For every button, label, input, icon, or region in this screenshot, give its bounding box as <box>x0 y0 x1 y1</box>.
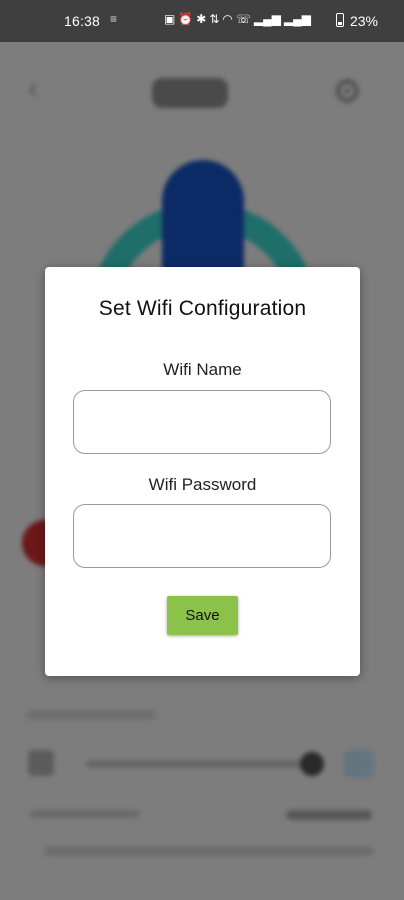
dialog-title: Set Wifi Configuration <box>98 297 307 320</box>
background-slider <box>86 760 316 768</box>
status-bar: 16:38 ≡ ▣ ⏰ ✱ ⇅ ◠ ☏ ▂▄▆ ▂▄▆ 23% <box>0 0 404 42</box>
background-label <box>26 710 156 720</box>
wifi-name-input[interactable] <box>73 390 331 454</box>
battery-percent: 23% <box>349 13 378 29</box>
status-time: 16:38 <box>64 13 101 29</box>
status-icons: ▣ ⏰ ✱ ⇅ ◠ ☏ ▂▄▆ ▂▄▆ <box>164 12 311 26</box>
background-label <box>30 810 140 818</box>
wifi-name-label: Wifi Name <box>163 360 242 379</box>
background-label <box>286 810 372 820</box>
alarm-icon: ⏰ <box>178 12 194 26</box>
wifi-password-label: Wifi Password <box>148 475 257 494</box>
signal-icon: ▂▄▆ <box>283 12 311 26</box>
save-button[interactable]: Save <box>167 596 238 635</box>
bluetooth-icon: ✱ <box>196 12 207 26</box>
nfc-icon: ▣ <box>164 12 176 26</box>
signal-icon: ▂▄▆ <box>253 12 281 26</box>
back-arrow-icon: ‹ <box>28 72 38 105</box>
wifi-icon: ◠ <box>222 12 233 26</box>
slider-thumb <box>300 752 324 776</box>
background-row <box>44 846 374 856</box>
data-speed-icon: ⇅ <box>209 12 220 26</box>
battery-icon <box>336 13 344 27</box>
settings-icon: ⚙ <box>332 73 363 111</box>
app-logo <box>152 78 228 108</box>
wifi-password-input[interactable] <box>73 504 331 568</box>
wifi-config-dialog: Set Wifi Configuration Wifi Name Wifi Pa… <box>45 267 360 676</box>
notification-icon: ≡ <box>110 12 118 26</box>
slider-plus-icon <box>344 750 374 778</box>
call-icon: ☏ <box>235 12 251 26</box>
slider-minus-icon <box>28 750 54 776</box>
